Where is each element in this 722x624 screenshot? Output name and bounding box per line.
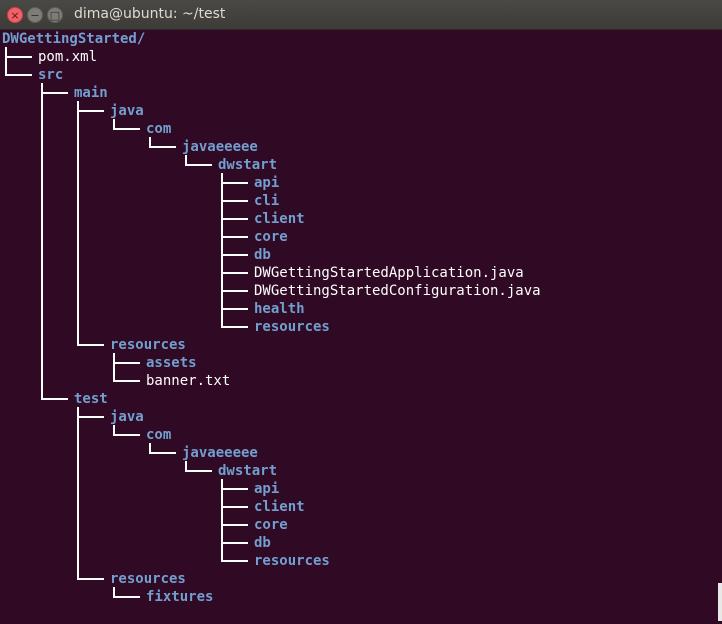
terminal-output[interactable]: DWGettingStarted/ pom.xml src main java com j… bbox=[0, 30, 722, 624]
tree-item-directory: java bbox=[110, 103, 144, 119]
tree-item-directory: dwstart bbox=[218, 157, 278, 173]
tree-item-directory: client bbox=[254, 499, 305, 515]
tree-item-directory: api bbox=[254, 481, 280, 497]
window-title: dima@ubuntu: ~/test bbox=[74, 6, 226, 22]
tree-item-directory: cli bbox=[254, 193, 280, 209]
tree-item-directory: assets bbox=[146, 355, 197, 371]
tree-item-directory: test bbox=[74, 391, 108, 407]
tree-item-directory: db bbox=[254, 535, 271, 551]
tree-item-directory: main bbox=[74, 85, 108, 101]
tree-item-directory: javaeeeee bbox=[182, 445, 258, 461]
tree-item-directory: dwstart bbox=[218, 463, 278, 479]
tree-item-file: DWGettingStartedConfiguration.java bbox=[254, 283, 541, 299]
tree-item-directory: src bbox=[38, 67, 64, 83]
tree-item-directory: resources bbox=[110, 337, 186, 353]
tree-item-directory: fixtures bbox=[146, 589, 214, 605]
tree-item-directory: javaeeeee bbox=[182, 139, 258, 155]
tree-item-directory: resources bbox=[254, 319, 330, 335]
tree-item-file: DWGettingStartedApplication.java bbox=[254, 265, 524, 281]
tree-root: DWGettingStarted/ bbox=[2, 31, 146, 47]
tree-item-directory: db bbox=[254, 247, 271, 263]
tree-item-directory: api bbox=[254, 175, 280, 191]
scrollbar-edge[interactable] bbox=[718, 583, 722, 621]
minimize-icon[interactable]: − bbox=[27, 7, 43, 23]
tree-item-directory: resources bbox=[110, 571, 186, 587]
tree-item-directory: health bbox=[254, 301, 305, 317]
tree-item-file: banner.txt bbox=[146, 373, 231, 389]
tree-item-directory: java bbox=[110, 409, 144, 425]
tree-item-directory: core bbox=[254, 517, 288, 533]
tree-item-file: pom.xml bbox=[38, 49, 98, 65]
tree-item-directory: core bbox=[254, 229, 288, 245]
tree-connector-lines bbox=[5, 47, 248, 598]
tree-item-directory: resources bbox=[254, 553, 330, 569]
tree-item-directory: client bbox=[254, 211, 305, 227]
tree-item-directory: com bbox=[146, 121, 172, 137]
tree-item-directory: com bbox=[146, 427, 172, 443]
maximize-icon[interactable]: □ bbox=[47, 7, 63, 23]
title-bar[interactable]: × − □ dima@ubuntu: ~/test bbox=[0, 0, 722, 30]
close-icon[interactable]: × bbox=[7, 7, 23, 23]
